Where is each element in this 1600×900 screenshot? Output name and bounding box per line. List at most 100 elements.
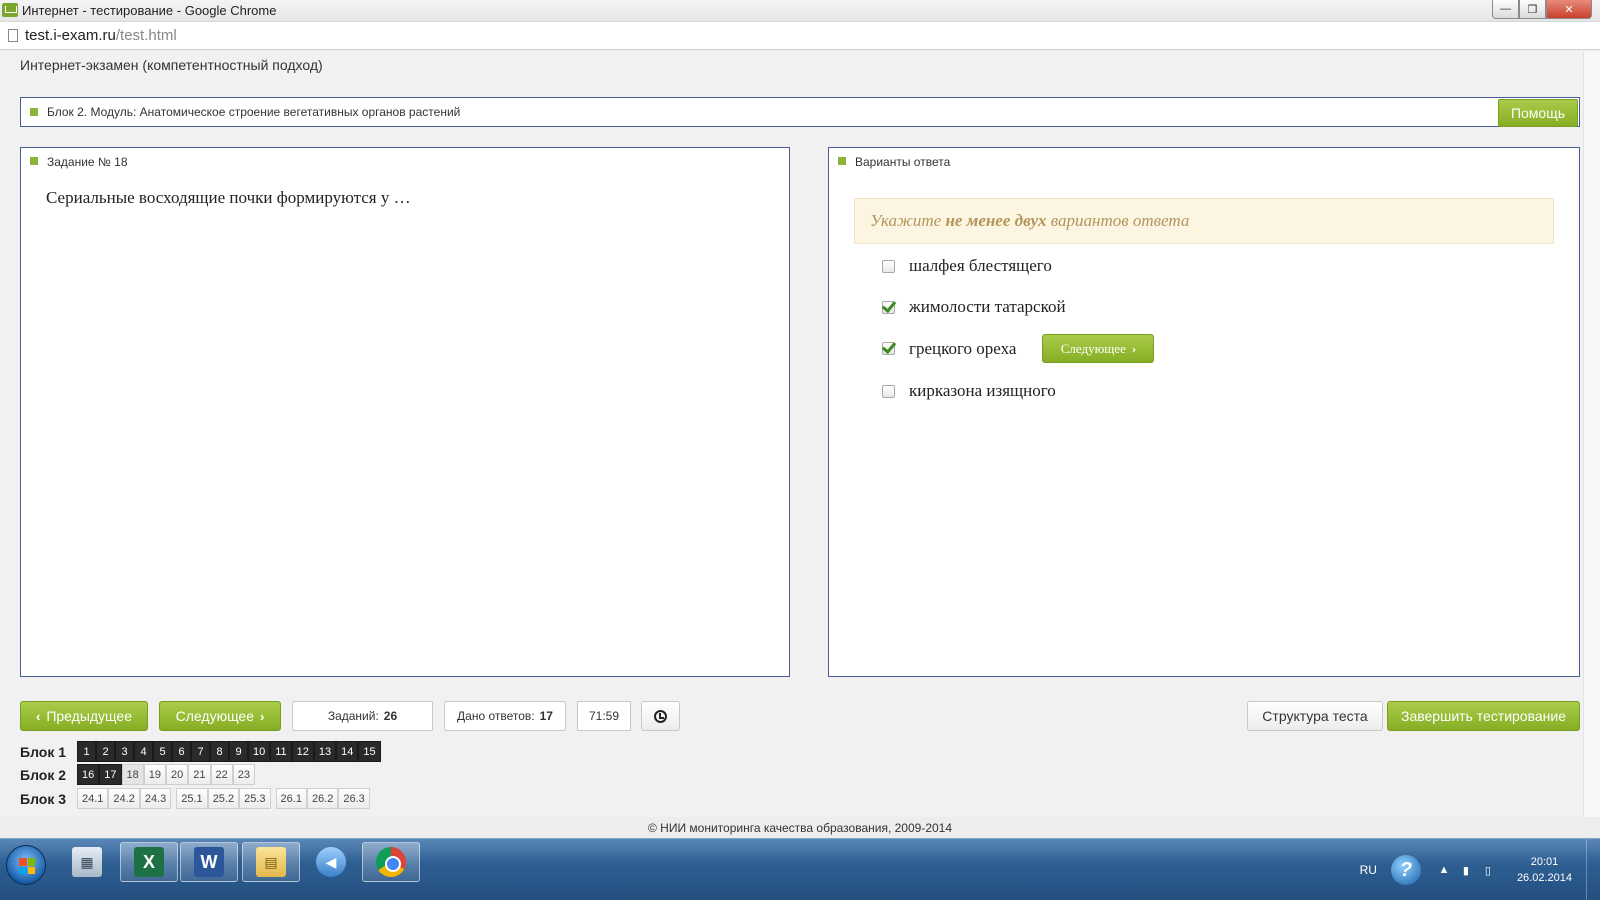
task-nav-cell[interactable]: 1 [77, 741, 96, 762]
start-button[interactable] [6, 845, 46, 885]
block-title: Блок 2. Модуль: Анатомическое строение в… [47, 105, 461, 119]
help-button[interactable]: Помощь [1498, 99, 1578, 127]
taskbar-app[interactable]: X [120, 842, 178, 882]
prev-button-label: Предыдущее [46, 708, 132, 724]
answer-checkbox[interactable] [882, 300, 895, 314]
task-nav-cell[interactable]: 26.2 [306, 788, 339, 809]
taskbar: ▦ X W ▤ ◀ RU ? ▲ ▮ ▯ 20:01 26.02.2014 [0, 838, 1600, 900]
task-nav-cell[interactable]: 24.3 [139, 788, 172, 809]
answer-checkbox[interactable] [882, 342, 895, 355]
task-group: 1 2 3 4 5 6 7 8 9 10 11 12 13 14 15 [77, 741, 381, 762]
page-icon [8, 29, 18, 42]
task-nav-cell[interactable]: 4 [134, 741, 153, 762]
task-nav-cell[interactable]: 8 [210, 741, 229, 762]
finish-button[interactable]: Завершить тестирование [1387, 701, 1580, 731]
hint-prefix: Укажите [870, 211, 942, 230]
task-nav-cell[interactable]: 11 [270, 741, 292, 762]
timer: 71:59 [577, 701, 631, 731]
tasks-count: Заданий: 26 [292, 701, 433, 731]
show-hidden-icons-icon[interactable]: ▲ [1437, 863, 1451, 877]
answer-option[interactable]: грецкого ореха Следующее › [882, 334, 1155, 363]
task-nav-cell[interactable]: 5 [153, 741, 172, 762]
task-nav-cell[interactable]: 20 [166, 764, 189, 785]
answer-checkbox[interactable] [882, 259, 895, 273]
hint-suffix: вариантов ответа [1050, 211, 1190, 230]
task-nav-cell[interactable]: 13 [313, 741, 337, 762]
taskbar-app[interactable]: ◀ [302, 842, 360, 882]
clock-button[interactable] [641, 701, 680, 731]
task-nav-cell[interactable]: 17 [99, 764, 122, 785]
window-title: Интернет - тестирование - Google Chrome [22, 3, 277, 18]
maximize-button[interactable]: ❐ [1519, 0, 1546, 19]
task-nav-cell[interactable]: 24.1 [77, 788, 109, 809]
task-nav-cell[interactable]: 18 [121, 764, 144, 785]
scrollbar[interactable] [1583, 51, 1600, 838]
window-title-bar: Интернет - тестирование - Google Chrome … [0, 0, 1600, 22]
address-bar[interactable]: test.i-exam.ru/test.html [0, 22, 1600, 50]
taskbar-app[interactable]: ▦ [58, 842, 116, 882]
task-nav-cell[interactable]: 12 [291, 741, 314, 762]
task-nav-cell[interactable]: 7 [191, 741, 210, 762]
task-nav-cell[interactable]: 22 [210, 764, 233, 785]
help-tray-icon[interactable]: ? [1390, 855, 1421, 885]
prev-button[interactable]: ‹ Предыдущее [20, 701, 148, 731]
task-nav-cell[interactable]: 21 [188, 764, 211, 785]
task-nav-cell[interactable]: 10 [248, 741, 271, 762]
task-nav-cell[interactable]: 25.2 [207, 788, 240, 809]
minimize-button[interactable]: — [1492, 0, 1519, 19]
url-path: /test.html [115, 27, 177, 44]
task-nav-cell[interactable]: 14 [336, 741, 359, 762]
task-nav-cell[interactable]: 26.1 [275, 788, 307, 809]
next-inline-label: Следующее [1060, 340, 1126, 356]
system-tray: RU ? ▲ ▮ ▯ 20:01 26.02.2014 [1360, 839, 1600, 900]
answer-option[interactable]: жимолости татарской [882, 297, 1066, 317]
answer-option-text: жимолости татарской [909, 297, 1066, 316]
answer-option[interactable]: кирказона изящного [882, 381, 1056, 401]
taskbar-app[interactable]: W [180, 842, 238, 882]
answer-hint: Укажите не менее двух вариантов ответа [854, 198, 1554, 244]
bullet-square-icon [30, 157, 38, 165]
close-button[interactable]: ✕ [1546, 0, 1592, 19]
answers-label: Варианты ответа [855, 155, 951, 169]
chevron-left-icon: ‹ [35, 708, 41, 724]
task-nav-cell[interactable]: 9 [229, 741, 248, 762]
task-nav-cell[interactable]: 16 [77, 764, 100, 785]
answer-option[interactable]: шалфея блестящего [882, 256, 1052, 276]
excel-icon: X [134, 847, 164, 877]
next-inline-button[interactable]: Следующее › [1042, 334, 1155, 363]
footer-copyright: © НИИ мониторинга качества образования, … [0, 817, 1600, 838]
show-desktop-button[interactable] [1586, 839, 1600, 900]
tray-clock[interactable]: 20:01 26.02.2014 [1517, 854, 1572, 886]
structure-button[interactable]: Структура теста [1247, 701, 1383, 731]
taskbar-app[interactable]: ▤ [242, 842, 300, 882]
task-nav-cell[interactable]: 25.3 [239, 788, 271, 809]
answer-option-text: грецкого ореха [909, 338, 1017, 358]
task-label: Задание № 18 [47, 155, 128, 169]
task-nav-cell[interactable]: 25.1 [176, 788, 208, 809]
task-nav-cell[interactable]: 2 [96, 741, 115, 762]
power-icon[interactable]: ▯ [1481, 863, 1495, 877]
hint-bold: не менее двух [945, 211, 1047, 230]
clock-icon [654, 709, 667, 723]
task-nav-cell[interactable]: 26.3 [338, 788, 370, 809]
folder-icon: ▤ [256, 847, 286, 877]
task-nav-cell[interactable]: 15 [358, 741, 381, 762]
task-nav-cell[interactable]: 24.2 [108, 788, 140, 809]
answer-checkbox[interactable] [882, 384, 895, 398]
task-nav-cell[interactable]: 19 [143, 764, 166, 785]
network-icon[interactable]: ▮ [1459, 863, 1473, 877]
task-nav-cell[interactable]: 6 [172, 741, 191, 762]
tray-time: 20:01 [1530, 856, 1559, 868]
task-nav-cell[interactable]: 23 [232, 764, 255, 785]
language-indicator[interactable]: RU [1360, 863, 1377, 877]
task-nav-cell[interactable]: 3 [115, 741, 134, 762]
app-icon [2, 3, 18, 17]
next-button[interactable]: Следующее › [159, 701, 281, 731]
answered-count-value: 17 [539, 709, 553, 723]
chevron-right-icon: › [1131, 340, 1137, 356]
taskbar-app[interactable] [362, 842, 420, 882]
task-group: 24.1 24.2 24.3 [77, 788, 172, 809]
answered-count-label: Дано ответов: [457, 709, 535, 723]
url-text[interactable]: test.i-exam.ru/test.html [25, 27, 177, 44]
answer-option-text: шалфея блестящего [909, 256, 1052, 275]
